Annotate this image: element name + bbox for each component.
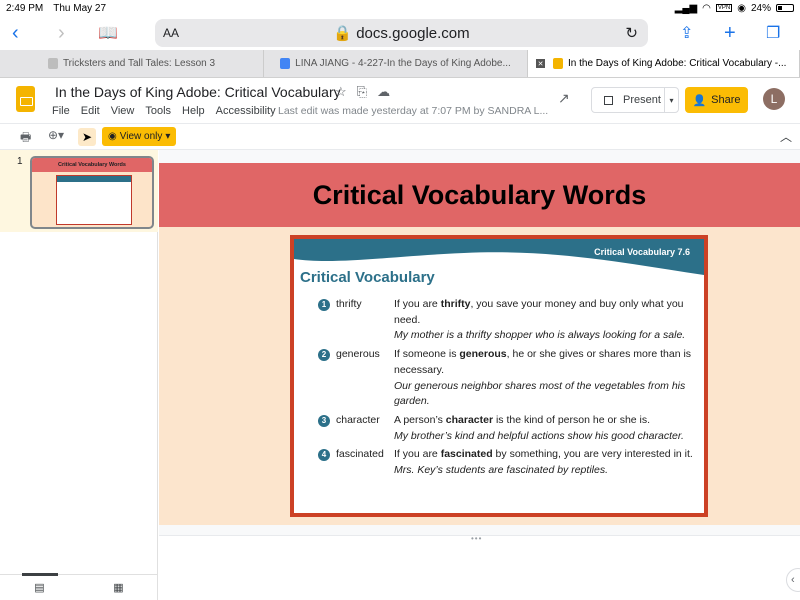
bookmarks-icon[interactable]: 📖 xyxy=(98,23,118,43)
cloud-status-icon[interactable]: ☁ xyxy=(377,84,390,100)
card-tag: Critical Vocabulary 7.6 xyxy=(594,247,690,257)
menu-edit[interactable]: Edit xyxy=(81,105,100,117)
edit-toolbar: 🖶 ⊕▾ ➤ ◉ View only ▾ ︿ xyxy=(0,124,800,150)
person-icon: 👤 xyxy=(692,94,707,107)
slide-heading: Critical Vocabulary Words xyxy=(159,163,800,227)
menu-bar: File Edit View Tools Help Accessibility xyxy=(52,105,276,117)
eye-icon: ◉ xyxy=(108,131,117,142)
close-tab-icon[interactable]: ✕ xyxy=(536,59,545,68)
vocab-entry: 4 fascinated If you are fascinated by so… xyxy=(318,447,698,478)
vocab-entry: 2 generous If someone is generous, he or… xyxy=(318,347,698,410)
battery-percent: 24% xyxy=(750,2,771,14)
vocabulary-card: Critical Vocabulary 7.6 Critical Vocabul… xyxy=(290,235,708,517)
reload-icon[interactable]: ↻ xyxy=(625,24,638,42)
vpn-badge: VPN xyxy=(715,4,733,12)
vocab-entry: 1 thrifty If you are thrifty, you save y… xyxy=(318,297,698,344)
text-size-button[interactable]: AA xyxy=(163,26,179,40)
wifi-icon: ◠ xyxy=(702,2,711,14)
back-icon[interactable]: ‹ xyxy=(12,22,19,45)
vocab-entry: 3 character A person’s character is the … xyxy=(318,413,698,444)
google-classroom-icon xyxy=(47,58,58,69)
share-sheet-icon[interactable]: ⇪ xyxy=(680,23,693,43)
print-icon[interactable]: 🖶 xyxy=(20,128,31,149)
slide-number: 1 xyxy=(17,156,23,167)
browser-toolbar: ‹ › 📖 AA 🔒 docs.google.com ↻ ⇪ + ❐ xyxy=(0,16,800,50)
tabs-overview-icon[interactable]: ❐ xyxy=(766,23,780,43)
battery-icon xyxy=(776,4,794,12)
url-text: docs.google.com xyxy=(356,25,470,42)
status-time: 2:49 PM xyxy=(6,2,44,14)
lock-icon: 🔒 xyxy=(333,25,353,42)
google-docs-icon xyxy=(280,58,291,69)
card-title: Critical Vocabulary xyxy=(300,269,435,286)
ios-status-bar: 2:49 PM Thu May 27 ▂▄▆ ◠ VPN ◉ 24% xyxy=(0,0,800,16)
google-slides-icon xyxy=(553,58,563,69)
collapse-menus-icon[interactable]: ︿ xyxy=(780,128,792,145)
filmstrip-view-icon[interactable]: ▤ xyxy=(34,581,44,594)
select-tool-icon[interactable]: ➤ xyxy=(78,128,96,146)
speaker-notes[interactable]: ••• xyxy=(159,534,800,600)
present-button[interactable]: Present ▾ xyxy=(591,87,679,113)
share-button[interactable]: 👤 Share xyxy=(685,87,748,113)
signal-icon: ▂▄▆ xyxy=(674,2,698,14)
browser-tab-bar: Tricksters and Tall Tales: Lesson 3 LINA… xyxy=(0,50,800,78)
document-title[interactable]: In the Days of King Adobe: Critical Voca… xyxy=(55,84,341,100)
new-tab-icon[interactable]: + xyxy=(724,22,736,45)
lock-rotation-icon: ◉ xyxy=(737,2,746,14)
present-dropdown-icon[interactable]: ▾ xyxy=(664,88,678,112)
avatar[interactable]: L xyxy=(763,88,785,110)
menu-help[interactable]: Help xyxy=(182,105,205,117)
address-bar[interactable]: AA 🔒 docs.google.com ↻ xyxy=(155,19,648,47)
menu-view[interactable]: View xyxy=(111,105,135,117)
browser-tab-active[interactable]: ✕ In the Days of King Adobe: Critical Voc… xyxy=(528,50,800,77)
present-icon xyxy=(604,95,613,105)
forward-icon[interactable]: › xyxy=(58,22,65,45)
menu-tools[interactable]: Tools xyxy=(145,105,171,117)
view-only-button[interactable]: ◉ View only ▾ xyxy=(102,127,177,146)
move-to-drive-icon[interactable]: ⎘ xyxy=(357,84,367,100)
filmstrip: 1 Critical Vocabulary Words ▤ ▦ xyxy=(0,150,158,600)
menu-file[interactable]: File xyxy=(52,105,70,117)
slide-canvas: Critical Vocabulary Words Critical Vocab… xyxy=(159,150,800,600)
slide: Critical Vocabulary Words Critical Vocab… xyxy=(159,163,800,525)
zoom-icon[interactable]: ⊕▾ xyxy=(48,128,64,142)
browser-tab[interactable]: LINA JIANG - 4-227-In the Days of King A… xyxy=(264,50,528,77)
status-date: Thu May 27 xyxy=(53,2,107,14)
filmstrip-view-switcher: ▤ ▦ xyxy=(0,573,158,600)
slides-header: In the Days of King Adobe: Critical Voca… xyxy=(0,78,800,124)
browser-tab[interactable]: Tricksters and Tall Tales: Lesson 3 xyxy=(0,50,264,77)
filmstrip-slide-1[interactable]: 1 Critical Vocabulary Words xyxy=(0,150,158,232)
menu-accessibility[interactable]: Accessibility xyxy=(216,105,276,117)
slides-logo-icon[interactable] xyxy=(16,86,35,112)
resize-handle-icon[interactable]: ••• xyxy=(471,534,482,543)
star-icon[interactable]: ☆ xyxy=(335,84,347,100)
slide-thumbnail[interactable]: Critical Vocabulary Words xyxy=(30,156,154,229)
grid-view-icon[interactable]: ▦ xyxy=(113,581,123,594)
activity-dashboard-icon[interactable]: ↗ xyxy=(558,90,570,107)
last-edit-link[interactable]: Last edit was made yesterday at 7:07 PM … xyxy=(278,105,548,117)
chevron-down-icon: ▾ xyxy=(165,131,171,142)
